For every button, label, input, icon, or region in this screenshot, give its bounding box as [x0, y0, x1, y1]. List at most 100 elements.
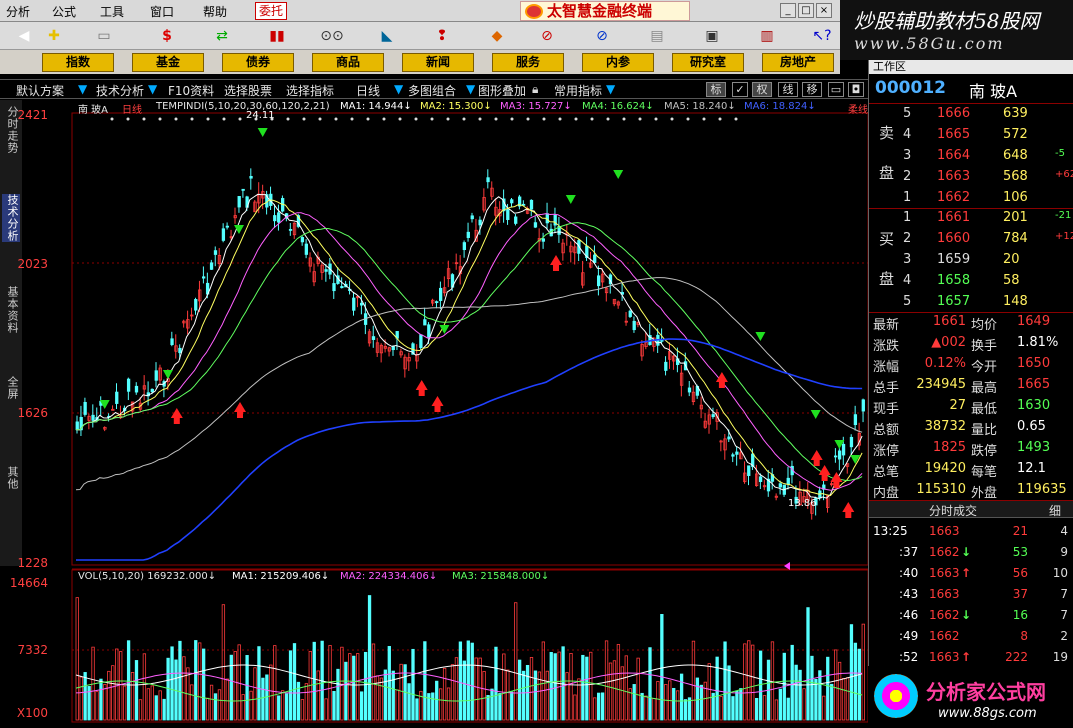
mark-toggle[interactable]: 标: [706, 82, 726, 97]
link-icon[interactable]: ⊘: [525, 25, 569, 47]
crosshair-icon[interactable]: ✚: [32, 25, 76, 47]
volume-bar: [672, 687, 676, 721]
lock-icon[interactable]: 🔒︎: [532, 82, 538, 97]
volume-bar: [585, 656, 589, 721]
nav-service[interactable]: 服务: [492, 53, 564, 72]
volume-bar: [593, 697, 597, 721]
dollar-icon[interactable]: $: [145, 25, 189, 47]
select-indicator-button[interactable]: 选择指标: [286, 82, 334, 99]
candle-body: [201, 276, 206, 279]
buy-arrow-icon: [818, 465, 831, 475]
ask-row[interactable]: 5 1666 639: [869, 104, 1073, 125]
volume-bar: [241, 694, 245, 721]
volume-bar: [201, 648, 206, 721]
select-stock-button[interactable]: 选择股票: [224, 82, 272, 99]
multi-chart-button[interactable]: 多图组合: [408, 82, 456, 99]
diamond-icon[interactable]: ◆: [475, 25, 519, 47]
nav-bond[interactable]: 债券: [222, 53, 294, 72]
bars-icon[interactable]: ▮▮: [255, 25, 299, 47]
dropdown-icon[interactable]: ▼: [148, 82, 157, 96]
move-toggle[interactable]: 移: [802, 82, 822, 97]
nav-realestate[interactable]: 房地产: [762, 53, 834, 72]
menu-window[interactable]: 窗口: [150, 3, 174, 20]
bid-volume: 58: [1003, 273, 1020, 288]
books-icon[interactable]: ▥: [745, 25, 789, 47]
nav-news[interactable]: 新闻: [402, 53, 474, 72]
side-tab-tech[interactable]: 技术分析: [2, 194, 20, 242]
volume-bar: [814, 678, 818, 721]
dropdown-icon[interactable]: ▼: [466, 82, 475, 96]
ma4-label: MA4: 16.624↓: [582, 101, 654, 112]
close-icon[interactable]: ×: [816, 3, 832, 18]
marker-dot: [318, 117, 322, 121]
ask-row[interactable]: 4 1665 572: [869, 125, 1073, 146]
side-tab-other[interactable]: 其他: [2, 466, 20, 490]
minimize-button[interactable]: _: [780, 3, 796, 18]
common-indicator-button[interactable]: 常用指标: [554, 82, 602, 99]
nav-insider[interactable]: 内参: [582, 53, 654, 72]
ruler-icon[interactable]: ▭: [82, 25, 126, 47]
marker-dot: [174, 117, 178, 121]
marker-dot: [494, 117, 498, 121]
default-scheme-button[interactable]: 默认方案: [16, 82, 64, 99]
notepad-icon[interactable]: ▤: [635, 25, 679, 47]
stat-row: 总笔 19420 每笔 12.1: [869, 459, 1073, 480]
trade-tab[interactable]: 委托: [255, 2, 287, 20]
alert-icon[interactable]: ❢: [420, 25, 464, 47]
bid-row[interactable]: 4 1658 58: [869, 271, 1073, 292]
kline-chart[interactable]: 南 玻A 日线 TEMPINDI(5,10,20,30,60,120,2,21)…: [10, 100, 870, 725]
sell-arrow-icon: [257, 128, 268, 137]
window-icon[interactable]: ▣: [690, 25, 734, 47]
bid-row[interactable]: 2 1660 784 +129: [869, 229, 1073, 250]
nav-commodity[interactable]: 商品: [312, 53, 384, 72]
ask-volume: 639: [1003, 106, 1028, 121]
vol-label: VOL(5,10,20) 169232.000↓: [78, 571, 217, 582]
help-cursor-icon[interactable]: ↖?: [800, 25, 844, 47]
bid-row[interactable]: 5 1657 148: [869, 292, 1073, 313]
volume-bar: [715, 656, 719, 721]
volume-bar: [288, 650, 293, 721]
nav-research[interactable]: 研究室: [672, 53, 744, 72]
overlay-button[interactable]: 图形叠加: [478, 82, 526, 99]
stat-row: 总额 38732 量比 0.65: [869, 417, 1073, 438]
daily-button[interactable]: 日线: [356, 82, 380, 99]
info-icon[interactable]: ⊘: [580, 25, 624, 47]
ask-row[interactable]: 3 1664 648 -5: [869, 146, 1073, 167]
nav-fund[interactable]: 基金: [132, 53, 204, 72]
f10-button[interactable]: F10资料: [168, 82, 214, 99]
maximize-button[interactable]: □: [798, 3, 814, 18]
tech-analysis-button[interactable]: 技术分析: [96, 82, 144, 99]
volume-bar: [735, 690, 739, 721]
ask-row[interactable]: 2 1663 568 +62: [869, 167, 1073, 188]
dropdown-icon[interactable]: ▼: [78, 82, 87, 96]
bid-row[interactable]: 1 1661 201 -21: [869, 208, 1073, 229]
marker-dot: [590, 117, 594, 121]
side-tab-fullscreen[interactable]: 全屏: [2, 376, 20, 400]
menu-help[interactable]: 帮助: [203, 3, 227, 20]
fullscreen-icon[interactable]: ◘: [848, 82, 864, 97]
menu-analysis[interactable]: 分析: [6, 3, 30, 20]
exchange-icon[interactable]: ⇄: [200, 25, 244, 47]
bid-row[interactable]: 3 1659 20: [869, 250, 1073, 271]
tick-row: :40 1663 ↑ 56 10: [869, 564, 1073, 585]
volume-bar: [640, 692, 644, 721]
binoculars-icon[interactable]: ⊙⊙: [310, 25, 354, 47]
rights-toggle[interactable]: 权: [752, 82, 772, 97]
menu-tools[interactable]: 工具: [100, 3, 124, 20]
line-toggle[interactable]: 线: [778, 82, 798, 97]
candle-body: [237, 196, 241, 208]
buy-label: 盘: [879, 270, 895, 288]
restore-icon[interactable]: ▭: [828, 82, 844, 97]
nav-index[interactable]: 指数: [42, 53, 114, 72]
dropdown-icon[interactable]: ▼: [394, 82, 403, 96]
menu-formula[interactable]: 公式: [52, 3, 76, 20]
dropdown-icon[interactable]: ▼: [606, 82, 615, 96]
volume-bar: [375, 675, 380, 721]
tick-arrow: ↓: [961, 608, 972, 622]
check-toggle[interactable]: ✓: [732, 82, 748, 97]
side-tab-basic[interactable]: 基本资料: [2, 286, 20, 334]
ask-row[interactable]: 1 1662 106: [869, 188, 1073, 209]
ticks-detail-tab[interactable]: 细: [1049, 502, 1061, 519]
volume-bar: [352, 655, 356, 721]
megaphone-icon[interactable]: ◣: [365, 25, 409, 47]
